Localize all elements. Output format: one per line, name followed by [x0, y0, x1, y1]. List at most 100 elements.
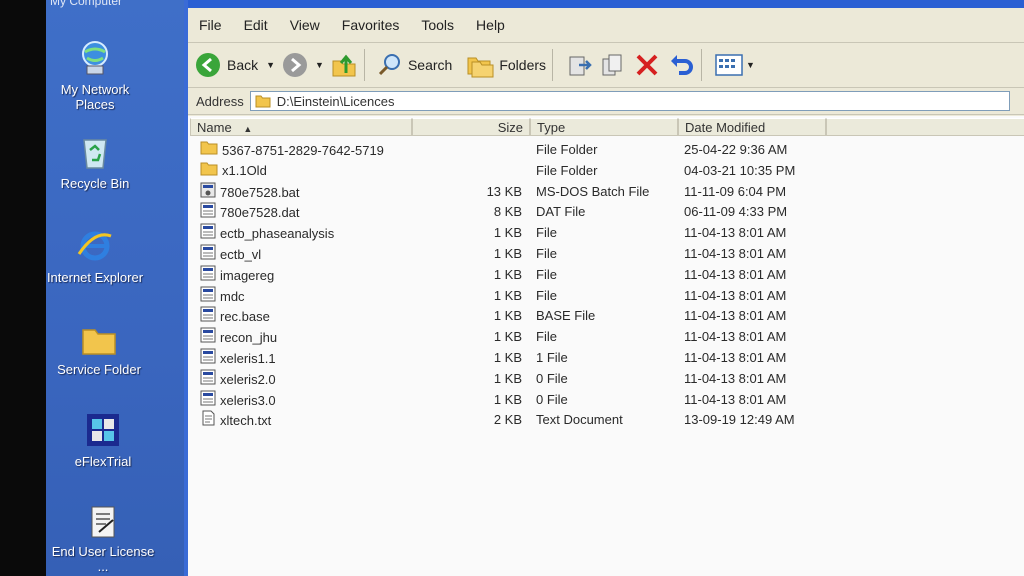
file-size: 2 KB: [493, 412, 522, 428]
file-name-cell[interactable]: xeleris2.0: [200, 369, 276, 391]
address-label: Address: [196, 93, 244, 109]
file-type: File: [536, 245, 557, 261]
forward-button[interactable]: ▼: [281, 47, 324, 83]
file-row[interactable]: imagereg 1 KB File 11-04-13 8:01 AM: [188, 265, 1024, 286]
column-header-name[interactable]: Name ▲: [190, 118, 412, 136]
menu-help[interactable]: Help: [465, 17, 516, 33]
generic-file-icon: [200, 244, 216, 266]
column-header-type[interactable]: Type: [530, 118, 678, 136]
menu-tools[interactable]: Tools: [410, 17, 465, 33]
file-row[interactable]: mdc 1 KB File 11-04-13 8:01 AM: [188, 286, 1024, 307]
desktop-icon-service-folder[interactable]: Service Folder: [44, 322, 154, 377]
file-row[interactable]: xeleris1.1 1 KB 1 File 11-04-13 8:01 AM: [188, 348, 1024, 369]
toolbar-separator: [701, 49, 703, 81]
file-name: xltech.txt: [220, 413, 272, 429]
search-label: Search: [407, 57, 453, 73]
move-to-button[interactable]: [565, 47, 593, 83]
title-bar[interactable]: [188, 0, 1024, 8]
file-row[interactable]: recon_jhu 1 KB File 11-04-13 8:01 AM: [188, 327, 1024, 348]
column-header-date[interactable]: Date Modified: [678, 118, 826, 136]
file-name: mdc: [220, 288, 245, 304]
file-name-cell[interactable]: 780e7528.dat: [200, 202, 300, 224]
forward-dropdown-icon[interactable]: ▼: [315, 60, 324, 70]
generic-file-icon: [200, 390, 216, 412]
network-places-icon: [82, 41, 108, 75]
file-name: x1.1Old: [222, 163, 267, 179]
undo-button[interactable]: [667, 47, 695, 83]
views-dropdown-icon[interactable]: ▼: [746, 60, 755, 70]
file-name-cell[interactable]: xeleris1.1: [200, 348, 276, 370]
file-name-cell[interactable]: rec.base: [200, 306, 270, 328]
folders-button[interactable]: Folders: [466, 47, 546, 83]
desktop-icon-recycle-bin[interactable]: Recycle Bin: [40, 132, 150, 191]
file-size: 1 KB: [493, 329, 522, 345]
address-input[interactable]: D:\Einstein\Licences: [249, 91, 1010, 111]
file-name-cell[interactable]: mdc: [200, 286, 245, 308]
file-row[interactable]: rec.base 1 KB BASE File 11-04-13 8:01 AM: [188, 306, 1024, 327]
file-name-cell[interactable]: recon_jhu: [200, 327, 277, 349]
desktop-icon-network-places[interactable]: My Network Places: [40, 38, 150, 112]
views-icon: [715, 54, 743, 76]
desktop-icon-label: Service Folder: [57, 362, 141, 377]
file-name-cell[interactable]: 5367-8751-2829-7642-5719: [200, 140, 384, 161]
file-name: imagereg: [220, 267, 275, 283]
back-dropdown-icon[interactable]: ▼: [266, 60, 275, 70]
menu-view[interactable]: View: [279, 17, 331, 33]
file-rows: 5367-8751-2829-7642-5719 File Folder 25-04…: [188, 140, 1024, 431]
desktop-icon-license[interactable]: End User License ...: [48, 504, 158, 574]
file-row[interactable]: xeleris3.0 1 KB 0 File 11-04-13 8:01 AM: [188, 390, 1024, 411]
file-name-cell[interactable]: imagereg: [200, 265, 274, 287]
up-folder-icon: [332, 54, 356, 77]
views-button[interactable]: ▼: [714, 47, 755, 83]
menu-edit[interactable]: Edit: [233, 17, 279, 33]
generic-file-icon: [200, 327, 216, 349]
column-header-size-label: Size: [497, 120, 523, 135]
eflextrial-icon: [87, 414, 119, 446]
file-row[interactable]: 5367-8751-2829-7642-5719 File Folder 25-04…: [188, 140, 1024, 161]
file-row[interactable]: ectb_vl 1 KB File 11-04-13 8:01 AM: [188, 244, 1024, 265]
column-header-empty: [826, 118, 1024, 136]
file-name: xeleris2.0: [220, 371, 276, 387]
file-name-cell[interactable]: xltech.txt: [200, 410, 271, 432]
back-button[interactable]: Back ▼: [194, 47, 275, 83]
generic-file-icon: [200, 369, 216, 391]
menu-favorites[interactable]: Favorites: [331, 17, 411, 33]
up-folder-button[interactable]: [330, 47, 358, 83]
menu-bar: File Edit View Favorites Tools Help: [188, 8, 1024, 43]
file-row[interactable]: xltech.txt 2 KB Text Document 13-09-19 12:4…: [188, 410, 1024, 431]
file-list: Name ▲ Size Type Date Modified 5367-8751…: [188, 116, 1024, 576]
column-headers: Name ▲ Size Type Date Modified: [188, 118, 1024, 138]
file-row[interactable]: ectb_phaseanalysis 1 KB File 11-04-13 8:01 …: [188, 223, 1024, 244]
desktop-icon-label: Recycle Bin: [60, 176, 130, 191]
desktop-caption: My Computer: [50, 0, 123, 8]
desktop: My Computer My Network Places Recycle Bi…: [46, 0, 196, 576]
file-name: 780e7528.dat: [220, 205, 300, 221]
file-row[interactable]: 780e7528.bat 13 KB MS-DOS Batch File 11-11-…: [188, 182, 1024, 203]
file-name: xeleris1.1: [220, 350, 276, 366]
search-button[interactable]: Search: [377, 47, 452, 83]
generic-file-icon: [200, 306, 216, 328]
desktop-icon-label: eFlexTrial: [74, 454, 132, 469]
file-row[interactable]: x1.1Old File Folder 04-03-21 10:35 PM: [188, 161, 1024, 182]
back-label: Back: [227, 57, 259, 73]
delete-button[interactable]: [633, 47, 661, 83]
file-row[interactable]: xeleris2.0 1 KB 0 File 11-04-13 8:01 AM: [188, 369, 1024, 390]
license-document-icon: [91, 506, 115, 538]
column-header-size[interactable]: Size: [412, 118, 530, 136]
copy-to-button[interactable]: [599, 47, 627, 83]
desktop-icon-eflextrial[interactable]: eFlexTrial: [48, 410, 158, 469]
file-name-cell[interactable]: ectb_phaseanalysis: [200, 223, 334, 245]
generic-file-icon: [200, 202, 216, 224]
file-name-cell[interactable]: xeleris3.0: [200, 390, 276, 412]
recycle-bin-icon: [83, 139, 107, 169]
menu-file[interactable]: File: [188, 17, 233, 33]
toolbar-separator: [363, 49, 365, 81]
file-name-cell[interactable]: 780e7528.bat: [200, 182, 300, 204]
file-name-cell[interactable]: x1.1Old: [200, 161, 267, 182]
file-name-cell[interactable]: ectb_vl: [200, 244, 261, 266]
desktop-icon-internet-explorer[interactable]: Internet Explorer: [40, 226, 150, 285]
file-size: 1 KB: [493, 349, 522, 365]
file-type: File: [536, 225, 557, 241]
file-row[interactable]: 780e7528.dat 8 KB DAT File 06-11-09 4:33 PM: [188, 202, 1024, 223]
column-header-type-label: Type: [537, 120, 566, 135]
